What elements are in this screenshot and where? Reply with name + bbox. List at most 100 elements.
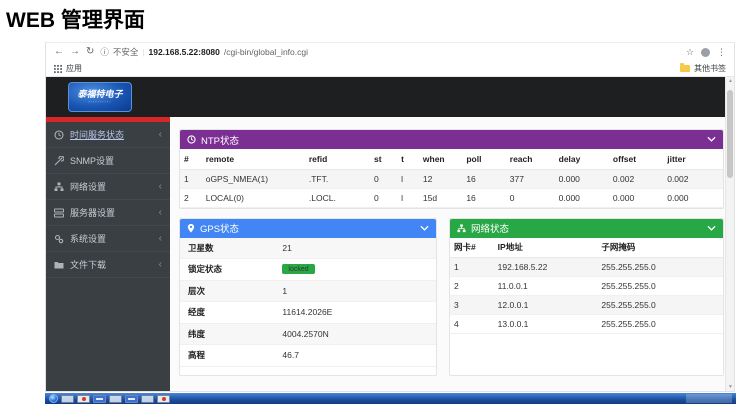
table-cell: .TFT. [305, 169, 370, 188]
column-header: offset [609, 149, 663, 169]
server-icon [54, 208, 64, 218]
sidebar-item-3[interactable]: 网络设置‹ [46, 174, 170, 200]
sidebar-item-6[interactable]: 文件下载‹ [46, 252, 170, 278]
table-cell: 16 [462, 188, 505, 207]
table-cell: 12.0.0.1 [494, 296, 598, 315]
column-header: remote [202, 149, 305, 169]
table-row: 1oGPS_NMEA(1).TFT.0l12163770.0000.0020.0… [180, 169, 723, 188]
sidebar-item-4[interactable]: 服务器设置‹ [46, 200, 170, 226]
table-cell: 192.168.5.22 [494, 258, 598, 277]
start-button[interactable] [49, 394, 58, 403]
apps-grid-icon[interactable] [54, 65, 62, 73]
table-cell: 255.255.255.0 [597, 277, 723, 296]
snmp-icon [54, 156, 64, 166]
gps-row: 层次1 [180, 281, 436, 303]
other-bookmarks[interactable]: 其他书签 [694, 63, 726, 74]
system-gear-icon [54, 234, 64, 244]
chevron-down-icon[interactable] [707, 225, 716, 232]
table-row: 1192.168.5.22255.255.255.0 [450, 258, 723, 277]
gps-field-label: 锁定状态 [180, 263, 282, 275]
table-cell: 11.0.0.1 [494, 277, 598, 296]
table-cell: 0.002 [609, 169, 663, 188]
company-logo[interactable]: 泰福特电子 ·········· [68, 82, 132, 112]
table-cell: 4 [450, 315, 494, 334]
table-cell: 12 [419, 169, 462, 188]
sidebar-item-2[interactable]: SNMP设置 [46, 148, 170, 174]
gps-field-label: 纬度 [180, 328, 282, 340]
taskbar-clock-area[interactable] [686, 394, 732, 403]
taskbar-app-icon[interactable] [61, 395, 74, 403]
taskbar-app-icon[interactable] [141, 395, 154, 403]
ntp-panel-header[interactable]: NTP状态 [180, 130, 723, 149]
network-icon [457, 224, 466, 233]
column-header: # [180, 149, 202, 169]
profile-avatar[interactable] [701, 48, 710, 57]
table-header-row: 网卡#IP地址子网掩码 [450, 238, 723, 258]
url-path: /cgi-bin/global_info.cgi [224, 47, 308, 57]
table-row: 312.0.0.1255.255.255.0 [450, 296, 723, 315]
column-header: when [419, 149, 462, 169]
column-header: reach [506, 149, 555, 169]
table-cell: 2 [180, 188, 202, 207]
chevron-down-icon[interactable] [707, 136, 716, 143]
reload-icon[interactable]: ↻ [86, 47, 94, 57]
table-cell: LOCAL(0) [202, 188, 305, 207]
scroll-down-icon[interactable]: ▼ [726, 383, 734, 391]
browser-toolbar: ← → ↻ ⓘ 不安全 | 192.168.5.22:8080 /cgi-bin… [46, 43, 734, 61]
sidebar-item-5[interactable]: 系统设置‹ [46, 226, 170, 252]
table-row: 211.0.0.1255.255.255.0 [450, 277, 723, 296]
taskbar-app-icon[interactable] [125, 395, 138, 403]
gps-panel-title: GPS状态 [200, 221, 415, 235]
table-cell: 0 [506, 188, 555, 207]
content-area: NTP状态 #remoterefidsttwhenpollreachdelayo… [170, 122, 734, 391]
page-title: WEB 管理界面 [6, 4, 145, 34]
site-info-icon[interactable]: ⓘ [100, 46, 109, 58]
table-cell: 0.000 [663, 188, 723, 207]
windows-taskbar [45, 393, 736, 404]
table-cell: 15d [419, 188, 462, 207]
table-cell: 16 [462, 169, 505, 188]
toolbar-right: ☆ ⋮ [686, 47, 726, 58]
file-download-icon [54, 260, 64, 270]
taskbar-app-icon[interactable] [157, 395, 170, 403]
gps-field-label: 经度 [180, 306, 282, 318]
taskbar-app-icon[interactable] [77, 395, 90, 403]
security-label: 不安全 [113, 46, 139, 58]
chevron-down-icon[interactable] [420, 225, 429, 232]
gps-status-panel: GPS状态 卫星数21锁定状态locked层次1经度11614.2026E纬度4… [179, 218, 437, 376]
scrollbar-thumb[interactable] [727, 90, 733, 178]
sidebar-nav: 时间服务状态‹SNMP设置网络设置‹服务器设置‹系统设置‹文件下载‹ [46, 122, 170, 391]
taskbar-app-icon[interactable] [93, 395, 106, 403]
gps-row: 纬度4004.2570N [180, 324, 436, 346]
apps-shortcut[interactable]: 应用 [66, 63, 82, 74]
table-cell: 2 [450, 277, 494, 296]
page-scrollbar[interactable]: ▲ ▼ [725, 77, 734, 391]
gps-panel-header[interactable]: GPS状态 [180, 219, 436, 238]
column-header: 网卡# [450, 238, 494, 258]
table-cell: 1 [180, 169, 202, 188]
gps-info-list: 卫星数21锁定状态locked层次1经度11614.2026E纬度4004.25… [180, 238, 436, 367]
back-icon[interactable]: ← [54, 47, 64, 57]
browser-menu-icon[interactable]: ⋮ [717, 47, 726, 58]
table-cell: 1 [450, 258, 494, 277]
chevron-left-icon: ‹ [159, 129, 162, 140]
address-bar[interactable]: ⓘ 不安全 | 192.168.5.22:8080 /cgi-bin/globa… [100, 46, 680, 58]
scroll-up-icon[interactable]: ▲ [726, 77, 734, 85]
column-header: jitter [663, 149, 723, 169]
forward-icon[interactable]: → [70, 47, 80, 57]
sidebar-item-label: 服务器设置 [70, 206, 153, 219]
column-header: refid [305, 149, 370, 169]
taskbar-app-icon[interactable] [109, 395, 122, 403]
table-cell: 255.255.255.0 [597, 258, 723, 277]
gps-field-value: 4004.2570N [282, 329, 328, 339]
table-cell: 0 [370, 188, 397, 207]
network-icon [54, 182, 64, 192]
column-header: t [397, 149, 419, 169]
column-header: poll [462, 149, 505, 169]
network-panel-header[interactable]: 网络状态 [450, 219, 723, 238]
table-row: 413.0.0.1255.255.255.0 [450, 315, 723, 334]
table-cell: 0 [370, 169, 397, 188]
sidebar-item-1[interactable]: 时间服务状态‹ [46, 122, 170, 148]
ntp-status-panel: NTP状态 #remoterefidsttwhenpollreachdelayo… [179, 129, 724, 209]
bookmark-star-icon[interactable]: ☆ [686, 47, 694, 58]
